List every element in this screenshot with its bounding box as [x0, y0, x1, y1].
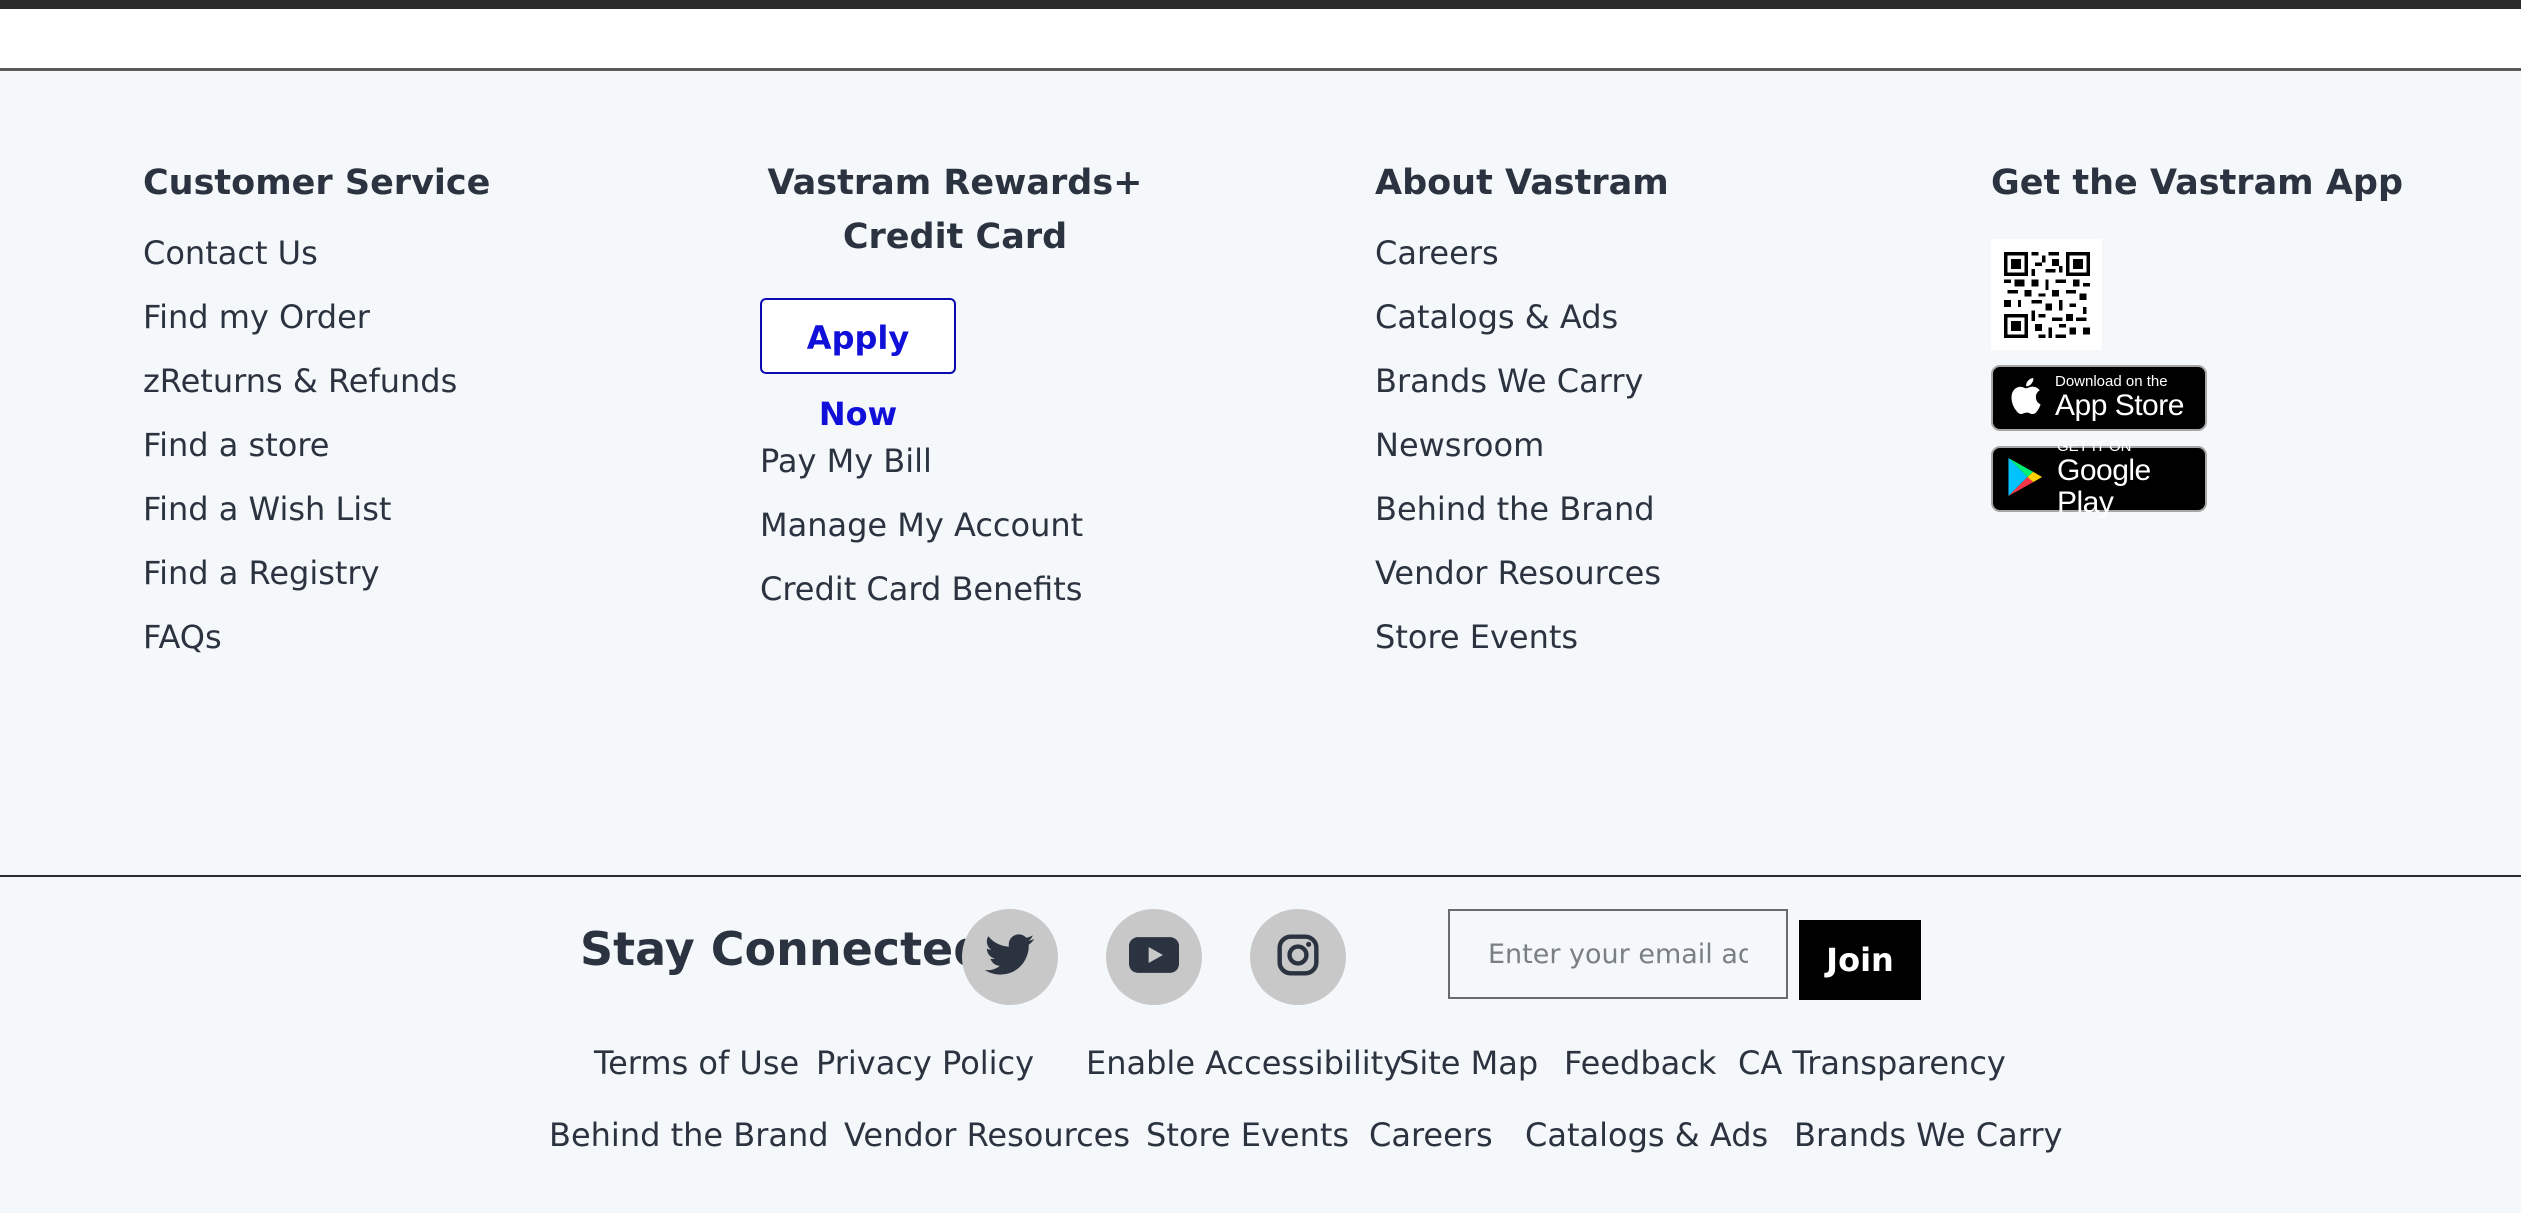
link-privacy-policy[interactable]: Privacy Policy — [816, 1038, 1034, 1088]
join-button[interactable]: Join — [1799, 920, 1921, 1000]
link-faqs[interactable]: FAQs — [143, 605, 490, 669]
apply-now-button[interactable]: Apply Now — [760, 298, 956, 433]
youtube-button[interactable] — [1106, 909, 1202, 1005]
link-brands-we-carry[interactable]: Brands We Carry — [1375, 349, 1669, 413]
link-find-registry[interactable]: Find a Registry — [143, 541, 490, 605]
link-careers-bottom[interactable]: Careers — [1369, 1110, 1493, 1160]
apple-icon — [2007, 376, 2043, 420]
stay-connected-heading: Stay Connected — [580, 922, 987, 976]
link-site-map[interactable]: Site Map — [1399, 1038, 1538, 1088]
footer-divider — [0, 875, 2521, 877]
link-catalogs-ads-bottom[interactable]: Catalogs & Ads — [1525, 1110, 1768, 1160]
link-behind-the-brand-bottom[interactable]: Behind the Brand — [549, 1110, 829, 1160]
qr-code-icon — [1991, 239, 2102, 350]
instagram-button[interactable] — [1250, 909, 1346, 1005]
link-catalogs-ads[interactable]: Catalogs & Ads — [1375, 285, 1669, 349]
link-find-a-store[interactable]: Find a store — [143, 413, 490, 477]
customer-service-heading: Customer Service — [143, 163, 491, 203]
top-dark-bar — [0, 0, 2521, 9]
app-store-badge[interactable]: Download on the App Store — [1991, 365, 2207, 431]
about-heading: About Vastram — [1375, 163, 1669, 203]
link-ca-transparency[interactable]: CA Transparency — [1738, 1038, 2006, 1088]
link-manage-account[interactable]: Manage My Account — [760, 493, 1150, 557]
link-credit-card-benefits[interactable]: Credit Card Benefits — [760, 557, 1150, 621]
twitter-icon — [984, 934, 1035, 980]
rewards-heading: Vastram Rewards+ Credit Card — [760, 156, 1150, 264]
rewards-heading-line2: Credit Card — [842, 217, 1068, 257]
link-contact-us[interactable]: Contact Us — [143, 221, 490, 285]
rewards-heading-line1: Vastram Rewards+ — [767, 163, 1143, 203]
google-play-small-text: GET IT ON — [2057, 438, 2132, 455]
rewards-column: Vastram Rewards+ Credit Card Apply Now P… — [760, 156, 1150, 621]
app-store-big-text: App Store — [2055, 389, 2184, 422]
app-store-small-text: Download on the — [2055, 373, 2168, 390]
google-play-badge[interactable]: GET IT ON Google Play — [1991, 439, 2207, 519]
link-feedback[interactable]: Feedback — [1564, 1038, 1716, 1088]
link-terms-of-use[interactable]: Terms of Use — [594, 1038, 799, 1088]
email-input[interactable] — [1448, 909, 1788, 999]
top-white-strip — [0, 9, 2521, 71]
link-behind-the-brand[interactable]: Behind the Brand — [1375, 477, 1669, 541]
link-find-my-order[interactable]: Find my Order — [143, 285, 490, 349]
link-returns-refunds[interactable]: zReturns & Refunds — [143, 349, 490, 413]
twitter-button[interactable] — [962, 909, 1058, 1005]
link-brands-we-carry-bottom[interactable]: Brands We Carry — [1794, 1110, 2062, 1160]
app-heading: Get the Vastram App — [1991, 163, 2404, 203]
google-play-big-text: Google Play — [2057, 454, 2151, 519]
google-play-icon — [2007, 456, 2045, 502]
link-enable-accessibility[interactable]: Enable Accessibility — [1086, 1038, 1402, 1088]
about-column: About Vastram Careers Catalogs & Ads Bra… — [1375, 156, 1669, 669]
link-vendor-resources-bottom[interactable]: Vendor Resources — [844, 1110, 1130, 1160]
link-newsroom[interactable]: Newsroom — [1375, 413, 1669, 477]
footer-links-row2: Behind the Brand Vendor Resources Store … — [0, 1110, 2521, 1160]
link-pay-my-bill[interactable]: Pay My Bill — [760, 429, 1150, 493]
app-column: Get the Vastram App Download on the App … — [1991, 156, 2404, 519]
link-store-events-bottom[interactable]: Store Events — [1146, 1110, 1349, 1160]
instagram-icon — [1276, 933, 1320, 981]
customer-service-column: Customer Service Contact Us Find my Orde… — [143, 156, 490, 669]
youtube-icon — [1129, 937, 1179, 977]
footer-links-row1: Terms of Use Privacy Policy Enable Acces… — [0, 1038, 2521, 1088]
link-find-wish-list[interactable]: Find a Wish List — [143, 477, 490, 541]
link-vendor-resources[interactable]: Vendor Resources — [1375, 541, 1669, 605]
link-store-events[interactable]: Store Events — [1375, 605, 1669, 669]
link-careers[interactable]: Careers — [1375, 221, 1669, 285]
